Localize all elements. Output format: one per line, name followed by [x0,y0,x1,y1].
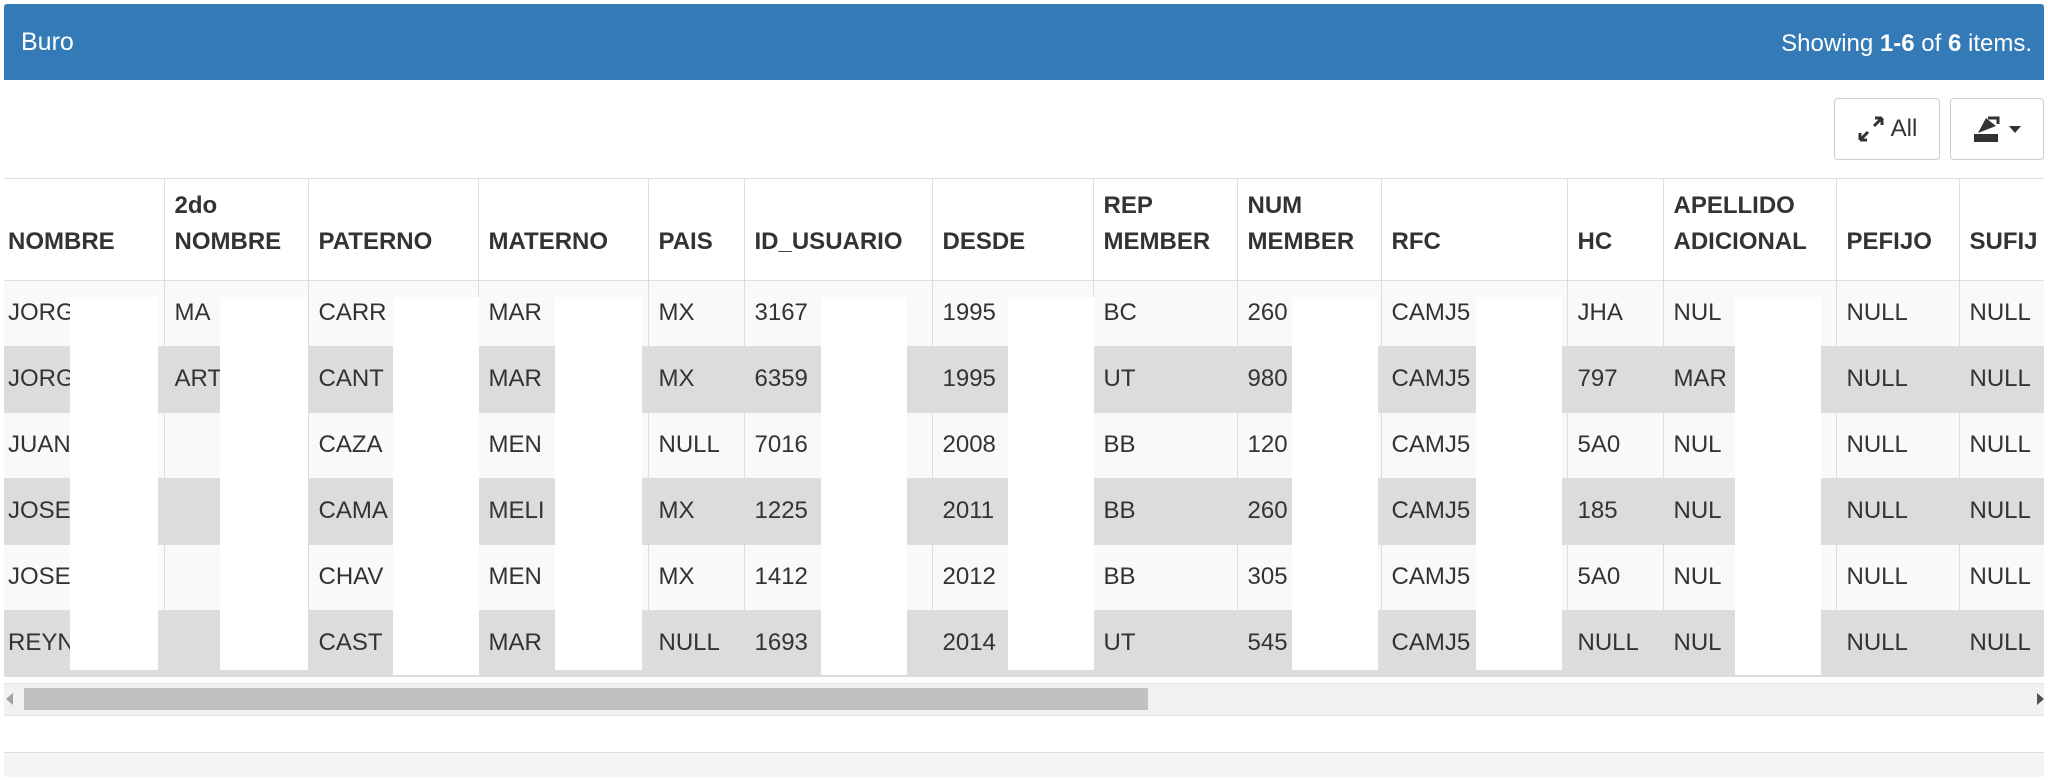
redaction-bar [393,297,479,675]
table-cell: 185 [1566,478,1663,545]
redaction-bar [1292,297,1378,670]
column-header[interactable]: REP MEMBER [1092,179,1237,281]
caret-down-icon [2009,126,2021,133]
items-summary: Showing 1-6 of 6 items. [1781,30,2032,57]
horizontal-scrollbar[interactable] [4,683,2044,716]
redaction-bar [821,297,907,675]
table-cell: BB [1092,544,1237,611]
table-cell: JHA [1566,280,1663,347]
show-all-label: All [1890,115,1918,142]
column-header[interactable]: MATERNO [477,179,648,281]
table-cell: NULL [1835,610,1959,677]
redaction-bar [555,297,642,670]
table-cell: NULL [1566,610,1663,677]
column-header[interactable]: ID_USUARIO [743,179,932,281]
table-cell: UT [1092,610,1237,677]
table-cell: NULL [1835,280,1959,347]
scroll-right-arrow-icon[interactable] [2037,693,2044,705]
table-cell: NULL [1958,544,2044,611]
table-cell: 797 [1566,346,1663,413]
redaction-bar [1476,297,1562,670]
column-header[interactable]: SUFIJ [1958,179,2044,281]
panel-title: Buro [21,28,74,56]
redaction-bar [220,297,308,670]
table-cell: NULL [1958,346,2044,413]
scrollbar-thumb[interactable] [24,688,1148,710]
table-cell: BC [1092,280,1237,347]
panel-footer [4,752,2044,777]
table-cell: NULL [647,412,744,479]
column-header[interactable]: HC [1566,179,1663,281]
column-header[interactable]: DESDE [931,179,1093,281]
column-header[interactable]: PATERNO [307,179,478,281]
expand-arrows-icon [1858,116,1884,142]
data-grid: NOMBRE 2do NOMBRE PATERNO MATERNO PAIS ID_USU… [4,178,2044,719]
column-header[interactable]: 2do NOMBRE [163,179,308,281]
table-cell: NULL [1835,544,1959,611]
table-cell: NULL [1835,478,1959,545]
table-cell: NULL [1958,610,2044,677]
buro-panel: Buro Showing 1-6 of 6 items. All NOMBRE … [4,4,2044,777]
show-all-button[interactable]: All [1834,98,1940,160]
table-cell: MX [647,544,744,611]
table-cell: UT [1092,346,1237,413]
table-cell: NULL [647,610,744,677]
redaction-bar [70,297,158,670]
panel-heading: Buro Showing 1-6 of 6 items. [4,4,2044,80]
column-header[interactable]: PEFIJO [1835,179,1959,281]
redaction-bar [1735,297,1821,675]
column-header[interactable]: NUM MEMBER [1236,179,1381,281]
column-header[interactable]: APELLIDO ADICIONAL [1662,179,1836,281]
table-cell: 5A0 [1566,544,1663,611]
column-header[interactable]: RFC [1380,179,1567,281]
table-cell: NULL [1958,280,2044,347]
table-cell: MX [647,280,744,347]
header-row: NOMBRE 2do NOMBRE PATERNO MATERNO PAIS ID_USU… [4,179,2044,281]
export-icon [1974,116,2000,142]
redaction-bar [1008,297,1094,670]
table-cell: NULL [1958,478,2044,545]
table-cell: 5A0 [1566,412,1663,479]
export-button[interactable] [1950,98,2044,160]
column-header[interactable]: PAIS [647,179,744,281]
scroll-left-arrow-icon[interactable] [6,693,13,705]
table-cell: NULL [1835,412,1959,479]
table-cell: NULL [1835,346,1959,413]
table-cell: NULL [1958,412,2044,479]
table-cell: BB [1092,412,1237,479]
table-cell: MX [647,346,744,413]
column-header[interactable]: NOMBRE [4,179,164,281]
table-cell: MX [647,478,744,545]
table-cell: BB [1092,478,1237,545]
